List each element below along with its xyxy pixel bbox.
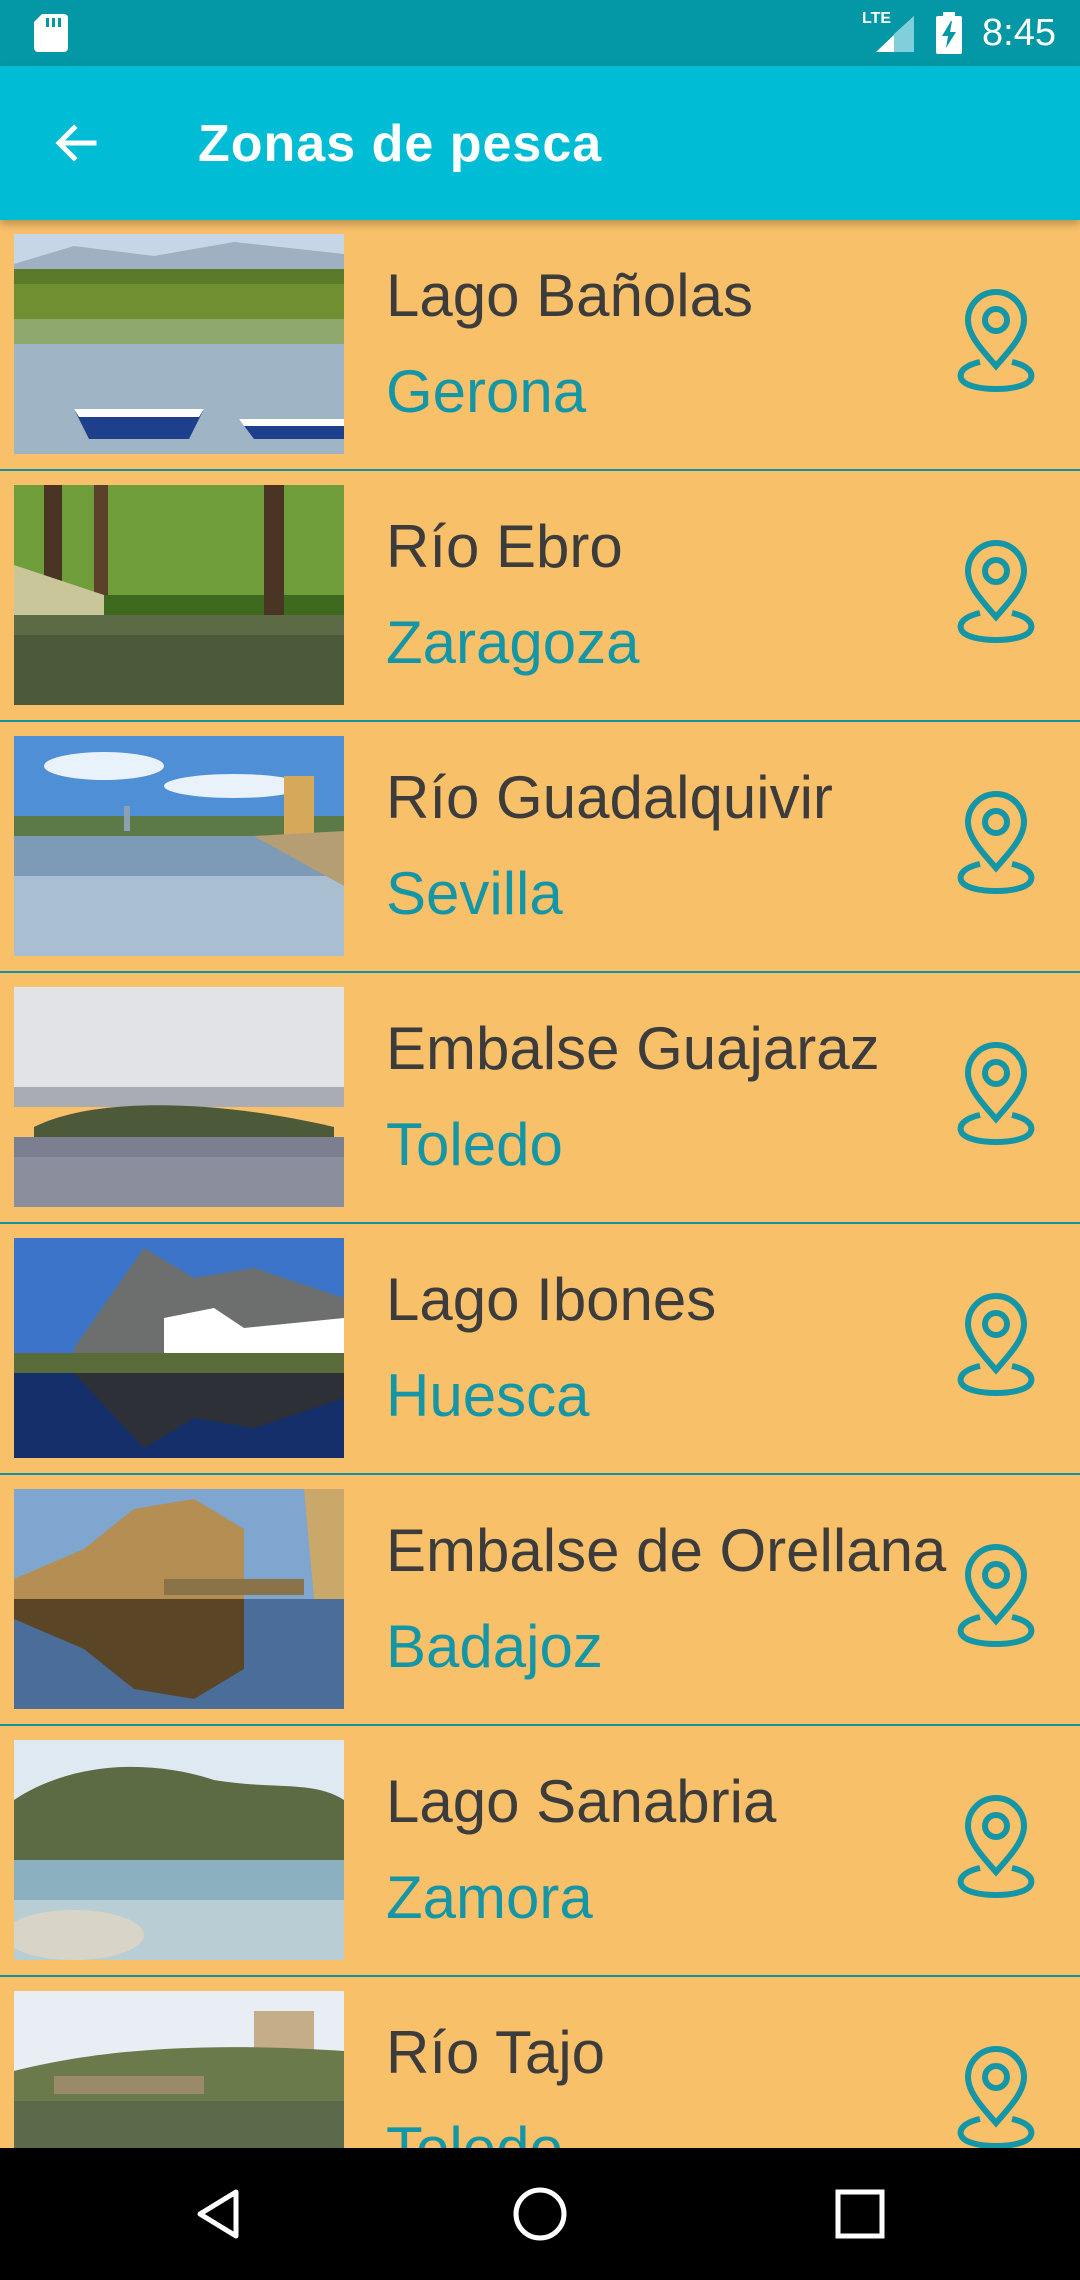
location-pin-icon[interactable] (954, 788, 1038, 904)
zone-photo (14, 987, 344, 1207)
zone-photo (14, 1991, 344, 2148)
zone-photo (14, 1740, 344, 1960)
app-bar: Zonas de pesca (0, 66, 1080, 220)
zone-region: Sevilla (386, 860, 563, 927)
navigation-bar (0, 2148, 1080, 2280)
list-item[interactable]: Lago Bañolas Gerona (0, 220, 1080, 471)
zone-photo (14, 234, 344, 454)
location-pin-icon[interactable] (954, 1039, 1038, 1155)
list-item[interactable]: Lago Sanabria Zamora (0, 1726, 1080, 1977)
zone-region: Huesca (386, 1362, 590, 1429)
list-item[interactable]: Río Guadalquivir Sevilla (0, 722, 1080, 973)
list-item[interactable]: Embalse Guajaraz Toledo (0, 973, 1080, 1224)
zone-name: Lago Sanabria (386, 1768, 777, 1835)
zone-name: Río Guadalquivir (386, 764, 833, 831)
zone-name: Lago Ibones (386, 1266, 717, 1333)
zones-list[interactable]: Lago Bañolas Gerona Río Ebro Zaragoza Rí… (0, 220, 1080, 2148)
zone-name: Lago Bañolas (386, 262, 753, 329)
page-title: Zonas de pesca (198, 115, 603, 173)
status-time: 8:45 (982, 12, 1056, 54)
zone-photo (14, 485, 344, 705)
nav-recents-icon[interactable] (832, 2186, 888, 2242)
list-item[interactable]: Lago Ibones Huesca (0, 1224, 1080, 1475)
zone-region: Zamora (386, 1864, 593, 1931)
location-pin-icon[interactable] (954, 537, 1038, 653)
zone-photo (14, 736, 344, 956)
list-item[interactable]: Río Ebro Zaragoza (0, 471, 1080, 722)
location-pin-icon[interactable] (954, 1792, 1038, 1908)
list-item[interactable]: Río Tajo Toledo (0, 1977, 1080, 2148)
zone-region: Badajoz (386, 1613, 603, 1680)
location-pin-icon[interactable] (954, 286, 1038, 402)
zone-photo (14, 1238, 344, 1458)
zone-name: Río Tajo (386, 2019, 606, 2086)
location-pin-icon[interactable] (954, 1290, 1038, 1406)
nav-back-icon[interactable] (190, 2184, 250, 2244)
zone-region: Toledo (386, 1111, 563, 1178)
sd-card-icon (34, 14, 68, 52)
list-item[interactable]: Embalse de Orellana Badajoz (0, 1475, 1080, 1726)
battery-charging-icon (936, 12, 962, 54)
arrow-back-icon[interactable] (44, 110, 110, 176)
network-label: LTE (862, 10, 892, 27)
zone-name: Río Ebro (386, 513, 623, 580)
location-pin-icon[interactable] (954, 2043, 1038, 2148)
location-pin-icon[interactable] (954, 1541, 1038, 1657)
zone-photo (14, 1489, 344, 1709)
zone-name: Embalse Guajaraz (386, 1015, 880, 1082)
status-bar: LTE 8:45 (0, 0, 1080, 66)
nav-home-icon[interactable] (510, 2184, 570, 2244)
zone-region: Gerona (386, 358, 587, 425)
zone-region: Toledo (386, 2113, 563, 2148)
zone-name: Embalse de Orellana (386, 1517, 947, 1584)
zone-region: Zaragoza (386, 609, 640, 676)
